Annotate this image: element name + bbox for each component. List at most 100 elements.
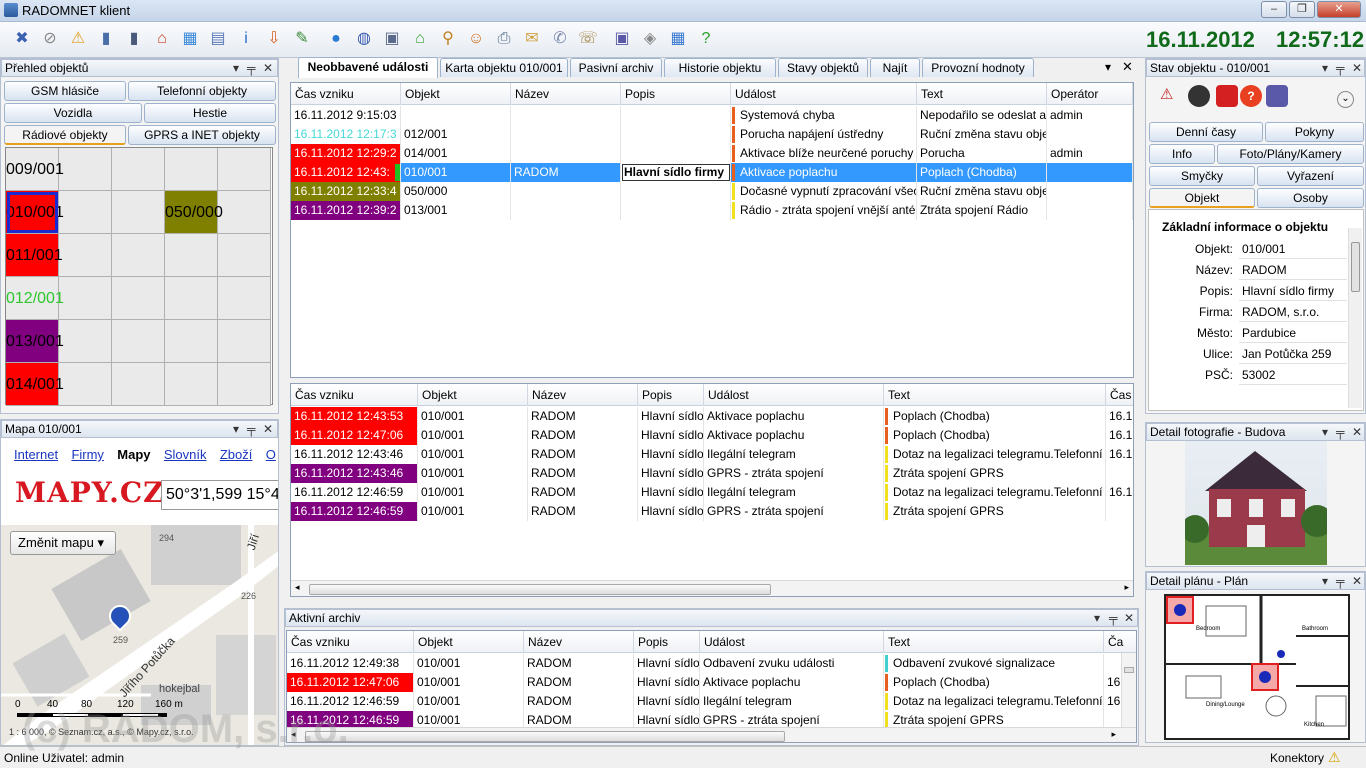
grid-cell[interactable] (218, 191, 271, 234)
vehicles-button[interactable]: Vozidla (4, 103, 142, 123)
calendar-info-icon[interactable]: ▦ (666, 27, 690, 51)
user-alert-icon[interactable]: ✖ (10, 27, 34, 51)
close-icon[interactable]: ✕ (1352, 424, 1362, 440)
photos-plans-cameras-button[interactable]: Foto/Plány/Kamery (1217, 144, 1364, 164)
column-header[interactable]: Objekt (414, 631, 524, 653)
chat-icon[interactable]: ✆ (548, 27, 572, 51)
map-link-mapy[interactable]: Mapy (117, 447, 150, 462)
network-globe-icon[interactable]: ◍ (352, 27, 376, 51)
house-green-icon[interactable]: ⌂ (408, 27, 432, 51)
gsm-button[interactable]: GSM hlásiče (4, 81, 126, 101)
info-value[interactable]: 53002 (1239, 366, 1347, 385)
tab-3[interactable]: Historie objektu (664, 58, 776, 77)
guard-icon[interactable] (1188, 85, 1210, 107)
vertical-scrollbar[interactable] (1121, 653, 1136, 727)
info-value[interactable]: RADOM (1239, 261, 1347, 280)
grid-cell[interactable] (165, 363, 218, 406)
connectors-label[interactable]: Konektory (1270, 751, 1324, 765)
map-link-slovnik[interactable]: Slovník (164, 447, 207, 462)
grid-cell[interactable] (165, 148, 218, 191)
column-header[interactable]: Objekt (401, 83, 511, 105)
search-icon[interactable]: ⚲ (436, 27, 460, 51)
help-icon[interactable]: ? (1240, 85, 1262, 107)
table-row[interactable]: 16.11.2012 12:17:3 012/001 Porucha napájen… (291, 125, 1133, 144)
table-row[interactable]: 16.11.2012 12:46:59 010/001 RADOM Hlavní sí… (291, 483, 1133, 502)
key-alarm-icon[interactable] (1216, 85, 1238, 107)
table-row[interactable]: 16.11.2012 12:46:59 010/001 RADOM Hlavní sí… (291, 502, 1133, 521)
info-value[interactable]: 010/001 (1239, 240, 1347, 259)
grid-cell[interactable] (59, 148, 112, 191)
pin-icon[interactable]: ╤ (1336, 60, 1345, 76)
column-header[interactable]: Název (511, 83, 621, 105)
column-header[interactable]: Operátor (1047, 83, 1133, 105)
map-link-more[interactable]: O (266, 447, 276, 462)
users-icon[interactable]: ☺ (464, 27, 488, 51)
floor-plan[interactable]: Bedroom Bathroom Dining/Lounge Kitchen (1164, 594, 1350, 740)
table-row[interactable]: 16.11.2012 12:33:4 050/000 Dočasné vypnutí… (291, 182, 1133, 201)
pin-icon[interactable]: ╤ (1109, 610, 1118, 626)
help-icon[interactable]: ? (694, 27, 718, 51)
object-tile[interactable]: 013/001 (6, 320, 64, 363)
column-header[interactable]: Text (884, 384, 1106, 406)
pin-icon[interactable]: ╤ (247, 421, 256, 437)
close-icon[interactable]: ✕ (1352, 573, 1362, 589)
close-button[interactable]: ✕ (1317, 1, 1361, 18)
grid-cell[interactable] (112, 363, 165, 406)
export-icon[interactable]: ⇩ (262, 27, 286, 51)
column-header[interactable]: Čas vzniku (291, 83, 401, 105)
table-row[interactable]: 16.11.2012 12:43: 010/001 RADOM Hlavní sídl… (291, 163, 1133, 182)
mail-icon[interactable]: ✉ (520, 27, 544, 51)
table-row[interactable]: 16.11.2012 12:47:06 010/001 RADOM Hlavní sí… (291, 426, 1133, 445)
map-link-firmy[interactable]: Firmy (71, 447, 104, 462)
column-header[interactable]: Text (917, 83, 1047, 105)
table-row[interactable]: 16.11.2012 12:43:46 010/001 RADOM Hlavní sí… (291, 445, 1133, 464)
dropdown-icon[interactable]: ▾ (1322, 60, 1328, 76)
column-header[interactable]: Název (528, 384, 638, 406)
expand-icon[interactable]: ⌄ (1337, 91, 1354, 108)
grid-cell[interactable] (59, 234, 112, 277)
change-map-button[interactable]: Změnit mapu ▾ (10, 531, 116, 555)
server2-icon[interactable]: ▮ (122, 27, 146, 51)
object-tile[interactable]: 050/000 (165, 191, 223, 234)
maximize-button[interactable]: ❐ (1289, 1, 1315, 18)
table-row[interactable]: 16.11.2012 12:49:38 010/001 RADOM Hlavní sí… (287, 654, 1136, 673)
pin-icon[interactable]: ╤ (247, 60, 256, 76)
column-header[interactable]: Popis (638, 384, 704, 406)
info-value[interactable]: Hlavní sídlo firmy (1239, 282, 1347, 301)
tab-1[interactable]: Karta objektu 010/001 (440, 58, 568, 77)
column-header[interactable]: Ča (1104, 631, 1136, 653)
map-link-zbozi[interactable]: Zboží (220, 447, 253, 462)
info-icon[interactable]: i (234, 27, 258, 51)
pin-icon[interactable]: ╤ (1336, 573, 1345, 589)
table-row[interactable]: 16.11.2012 12:47:06 010/001 RADOM Hlavní sí… (287, 673, 1136, 692)
table-row[interactable]: 16.11.2012 12:43:46 010/001 RADOM Hlavní sí… (291, 464, 1133, 483)
scroll-left-icon[interactable]: ◂ (295, 582, 300, 593)
grid-cell[interactable] (165, 234, 218, 277)
grid-cell[interactable] (112, 320, 165, 363)
column-header[interactable]: Událost (700, 631, 884, 653)
column-header[interactable]: Text (884, 631, 1104, 653)
column-header[interactable]: Čas vzniku (287, 631, 414, 653)
info-value[interactable]: RADOM, s.r.o. (1239, 303, 1347, 322)
object-tile[interactable]: 014/001 (6, 363, 64, 406)
object-remove-icon[interactable]: ⊘ (38, 27, 62, 51)
info-button[interactable]: Info (1149, 144, 1215, 164)
grid-cell[interactable] (218, 320, 271, 363)
grid-cell[interactable] (218, 234, 271, 277)
tools-icon[interactable]: ◈ (638, 27, 662, 51)
map-link-internet[interactable]: Internet (14, 447, 58, 462)
grid-cell[interactable] (112, 234, 165, 277)
close-icon[interactable]: ✕ (1352, 60, 1362, 76)
persons-button[interactable]: Osoby (1257, 188, 1364, 208)
gprs-inet-button[interactable]: GPRS a INET objekty (128, 125, 276, 145)
grid-cell[interactable] (59, 363, 112, 406)
table-row[interactable]: 16.11.2012 12:46:59 010/001 RADOM Hlavní sí… (287, 692, 1136, 711)
column-header[interactable]: Objekt (418, 384, 528, 406)
horizontal-scrollbar[interactable]: ◂ ▸ (291, 580, 1133, 596)
scrollbar-thumb[interactable] (309, 584, 771, 595)
info-scrollbar[interactable] (1348, 228, 1362, 408)
tab-4[interactable]: Stavy objektů (778, 58, 868, 77)
hestie-button[interactable]: Hestie (144, 103, 276, 123)
printer-icon[interactable]: ⎙ (492, 27, 516, 51)
tab-5[interactable]: Najít (870, 58, 920, 77)
